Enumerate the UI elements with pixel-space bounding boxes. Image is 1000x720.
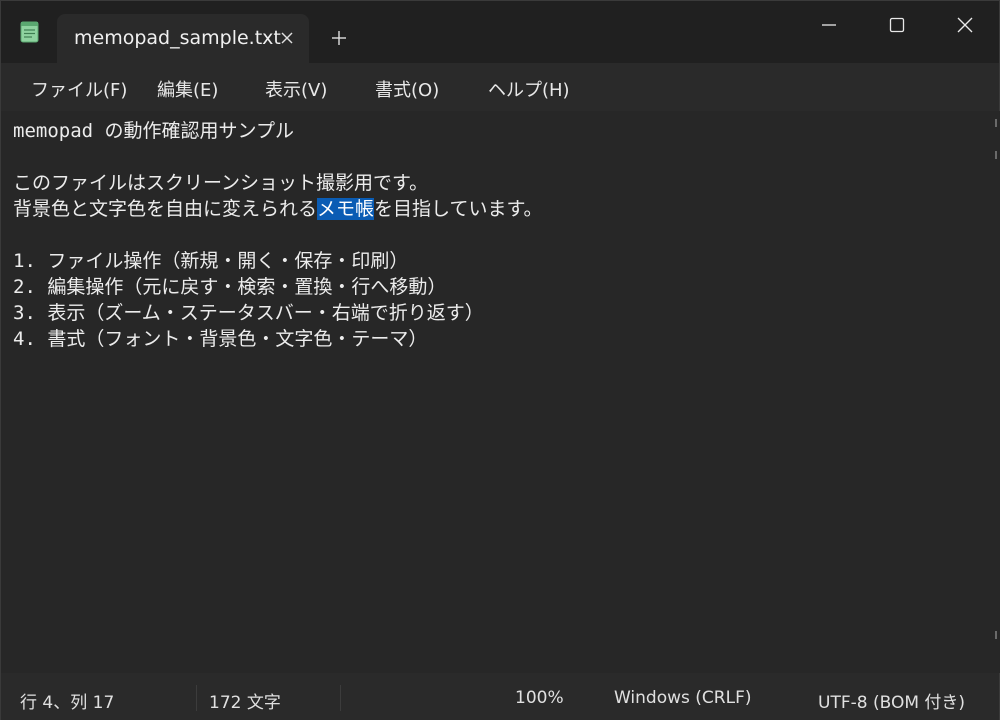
scroll-thumb[interactable] [995,151,997,159]
document-tab[interactable]: memopad_sample.txt [57,14,309,63]
minimize-icon [822,24,836,26]
list-text: 編集操作（元に戻す・検索・置換・行へ移動） [47,276,447,298]
list-number: 4. [13,328,36,350]
menu-format[interactable]: 書式(O) [375,76,439,102]
list-item: 2. 編集操作（元に戻す・検索・置換・行へ移動） [13,274,543,300]
menu-edit[interactable]: 編集(E) [157,76,218,102]
notepad-icon [20,20,39,43]
character-count: 172 文字 [209,693,281,713]
editor-line-text: このファイルはスクリーンショット撮影用です。 [13,172,429,194]
editor-line-text: 背景色と文字色を自由に変えられる [13,198,318,220]
editor-content[interactable]: memopad の動作確認用サンプル このファイルはスクリーンショット撮影用です… [13,118,543,352]
maximize-icon [889,17,905,33]
text-editor[interactable]: memopad の動作確認用サンプル このファイルはスクリーンショット撮影用です… [1,111,991,673]
minimize-button[interactable] [795,1,863,47]
close-icon [957,17,973,33]
vertical-scrollbar[interactable] [991,111,1000,673]
menu-file[interactable]: ファイル(F) [31,76,127,102]
list-item: 4. 書式（フォント・背景色・文字色・テーマ） [13,326,543,352]
line-ending[interactable]: Windows (CRLF) [614,688,752,708]
plus-icon[interactable] [328,27,350,49]
menu-view[interactable]: 表示(V) [265,76,327,102]
cursor-position: 行 4、列 17 [20,693,115,713]
list-item: 3. 表示（ズーム・ステータスバー・右端で折り返す） [13,300,543,326]
notepad-window: memopad_sample.txt ファイル(F) 編集(E) 表示(V) 書… [0,0,1000,720]
encoding[interactable]: UTF-8 (BOM 付き) [818,688,965,713]
close-icon[interactable] [278,29,296,47]
editor-line: memopad の動作確認用サンプル [13,120,294,142]
zoom-level[interactable]: 100% [515,688,564,708]
editor-line: 背景色と文字色を自由に変えられるメモ帳を目指しています。 [13,196,543,222]
maximize-button[interactable] [863,1,931,47]
list-text: ファイル操作（新規・開く・保存・印刷） [47,250,409,272]
editor-line-text: を目指しています。 [374,198,543,220]
close-window-button[interactable] [931,1,999,47]
list-number: 3. [13,302,36,324]
tab-title: memopad_sample.txt [74,27,281,49]
list-item: 1. ファイル操作（新規・開く・保存・印刷） [13,248,543,274]
scroll-arrow-down-icon[interactable] [995,631,997,639]
status-divider [340,685,341,711]
title-bar: memopad_sample.txt [1,1,999,63]
list-number: 2. [13,276,36,298]
list-text: 書式（フォント・背景色・文字色・テーマ） [47,328,428,350]
scroll-arrow-up-icon[interactable] [995,119,997,127]
menu-bar: ファイル(F) 編集(E) 表示(V) 書式(O) ヘルプ(H) [1,63,999,111]
selected-text: メモ帳 [317,198,375,220]
list-text: 表示（ズーム・ステータスバー・右端で折り返す） [47,302,484,324]
status-divider [196,685,197,711]
status-bar: 行 4、列 17 172 文字 100% Windows (CRLF) UTF-… [1,673,999,720]
menu-help[interactable]: ヘルプ(H) [488,76,570,102]
editor-line: このファイルはスクリーンショット撮影用です。 [13,170,543,196]
list-number: 1. [13,250,36,272]
